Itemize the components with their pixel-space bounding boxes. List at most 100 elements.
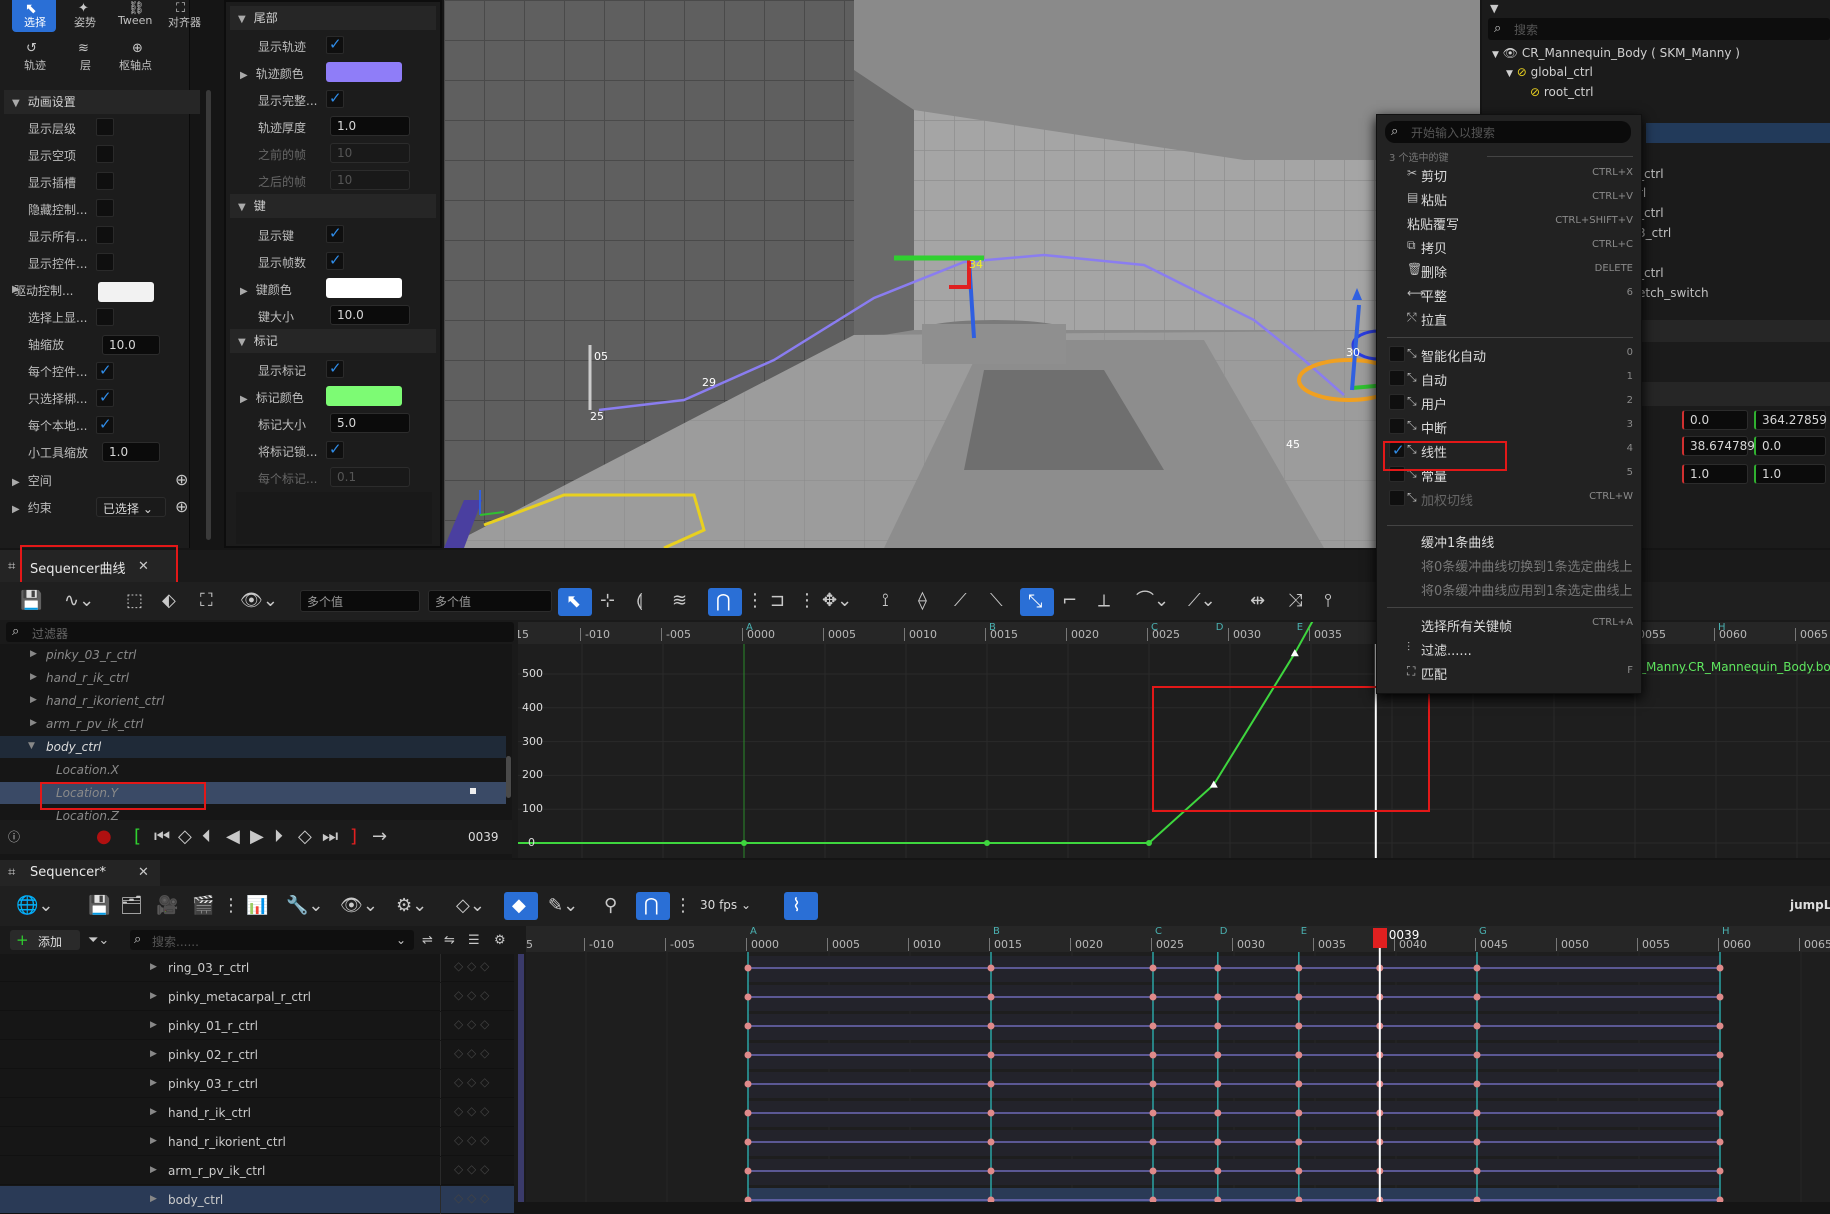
range-end-icon[interactable]: ] (350, 828, 357, 846)
close-icon[interactable]: ✕ (138, 864, 149, 882)
checkbox[interactable] (96, 308, 114, 326)
buffer-curve-item[interactable]: 缓冲1条曲线 (1377, 529, 1643, 553)
match-item[interactable]: ⛶ 匹配 F (1377, 661, 1643, 685)
menu-item[interactable]: 🗑 删除 DELETE (1377, 259, 1643, 283)
interp-checkbox[interactable] (1389, 466, 1405, 482)
interp-checkbox[interactable] (1389, 441, 1405, 459)
gear-icon[interactable]: ⚙ (494, 932, 506, 950)
go-end-icon[interactable]: ⏭ (322, 828, 338, 846)
filter-item[interactable]: ⫶ 过滤...... (1377, 637, 1643, 661)
eye-icon[interactable]: 👁 (1503, 46, 1518, 60)
key-icon[interactable]: ◇⌄ (456, 897, 485, 915)
save-icon[interactable]: 💾 (88, 897, 110, 915)
sequencer-tab[interactable]: ⌗ Sequencer* ✕ (0, 860, 160, 886)
curve-scrollbar[interactable] (506, 756, 511, 798)
list-icon[interactable]: ☰ (468, 932, 480, 950)
graph-icon[interactable]: 📊 (246, 897, 268, 915)
key-color-label[interactable]: ▶ 键颜色 (240, 281, 292, 298)
user-tangent-icon[interactable]: ⟋ (954, 592, 967, 610)
section-marker[interactable]: E (1301, 926, 1307, 937)
marker-icon[interactable]: ⚲ (604, 897, 617, 915)
key-reduce-icon[interactable]: ⫯ (1324, 592, 1332, 610)
menu-item[interactable]: 粘贴覆写 CTRL+SHIFT+V (1377, 211, 1643, 235)
playhead-marker[interactable]: 0039 (1372, 926, 1419, 948)
outliner-item[interactable]: ▼ ⊘ global_ctrl (1506, 65, 1593, 79)
outliner-root[interactable]: ▼ 👁 CR_Mannequin_Body ( SKM_Manny ) (1492, 46, 1740, 60)
gizmo-scale-field[interactable]: 1.0 (102, 442, 160, 462)
section-marker[interactable]: H (1718, 622, 1726, 633)
track-row[interactable]: ▶ pinky_03_r_ctrl ◇ ◇ ◇ (0, 1070, 514, 1098)
more-icon[interactable]: ⋮ (674, 897, 692, 915)
interp-menu-item[interactable]: ⤡ 常量 5 (1377, 463, 1643, 487)
value-field-value[interactable]: 多个值 (428, 590, 552, 612)
eye-icon[interactable]: 👁⌄ (240, 592, 278, 610)
curve-tree-item[interactable]: Location.X (0, 759, 506, 781)
fps-dropdown[interactable]: 30 fps ⌄ (700, 898, 751, 912)
add-track-button[interactable]: + 添加 (10, 930, 80, 950)
keys-section-header[interactable]: ▼ 键 (230, 194, 436, 218)
transform-icon[interactable]: ⊹ (600, 592, 615, 610)
mode-layer-button[interactable]: ≋ 层 (70, 40, 106, 74)
mode-pose-button[interactable]: ✦ 姿势 (64, 0, 108, 32)
close-icon[interactable]: ✕ (138, 558, 149, 576)
value-field-time[interactable]: 多个值 (300, 590, 420, 612)
viewport[interactable]: 34 25 29 30 45 05 (444, 0, 1480, 548)
mark-size-field[interactable]: 5.0 (330, 413, 410, 433)
weighted-icon[interactable]: ⟂ (1098, 592, 1110, 610)
vector-field[interactable]: 38.674789 (1682, 436, 1755, 456)
post-infinity-icon[interactable]: ⟋⌄ (1188, 592, 1216, 610)
checkbox[interactable] (96, 253, 114, 271)
curve-editor-toggle[interactable]: ⌇ (784, 892, 818, 920)
checkbox[interactable] (96, 199, 114, 217)
dropdown-icon[interactable]: ▼ (1490, 0, 1498, 18)
key-size-field[interactable]: 10.0 (330, 305, 410, 325)
checkbox[interactable] (96, 361, 114, 380)
pre-infinity-icon[interactable]: ⌒⌄ (1136, 592, 1169, 610)
sequencer-timeline[interactable]: -015 -010 -005 0000 0005 0010 0015 0020 0025 0030… (526, 926, 1830, 1202)
add-icon[interactable]: ⊕ (175, 498, 188, 516)
section-marker[interactable]: C (1155, 926, 1162, 937)
auto-tangent-icon[interactable]: ⟠ (918, 592, 927, 610)
current-frame[interactable]: 0039 (468, 830, 499, 844)
menu-item[interactable]: ⟷ 平整 6 (1377, 283, 1643, 307)
show-frame-numbers-checkbox[interactable] (326, 251, 344, 270)
more-icon[interactable]: ⋮ (222, 897, 240, 915)
eye-icon[interactable]: 👁⌄ (340, 897, 378, 915)
scrollbar[interactable] (206, 90, 211, 540)
next-key-icon[interactable]: ◇ (298, 828, 312, 846)
filter-icon[interactable]: ⤨ (1288, 592, 1302, 610)
expand-all-icon[interactable]: ⇋ (444, 932, 455, 950)
mode-pivot-button[interactable]: ⊕ 枢轴点 (116, 40, 166, 74)
interp-menu-item[interactable]: ⤡ 中断 3 (1377, 415, 1643, 439)
world-icon[interactable]: 🌐⌄ (16, 897, 54, 915)
interp-menu-item[interactable]: ⤡线性4 (1377, 439, 1643, 463)
multi-scale-icon[interactable]: ≋ (672, 592, 687, 610)
menu-item[interactable]: ⤲ 拉直 (1377, 307, 1643, 331)
track-row[interactable]: ▶ arm_r_pv_ik_ctrl ◇ ◇ ◇ (0, 1157, 514, 1185)
select-tool-icon[interactable]: ⬚ (126, 592, 143, 610)
tail-section-header[interactable]: ▼ 尾部 (230, 6, 436, 30)
vector-field[interactable]: 364.27859 (1754, 410, 1827, 430)
expand-icon[interactable]: ▶ (12, 284, 20, 295)
outliner-selected-row[interactable] (1646, 123, 1830, 143)
section-marker[interactable]: E (1297, 622, 1303, 633)
render-icon[interactable]: 🎬 (192, 897, 214, 915)
checkbox[interactable] (96, 145, 114, 163)
normalize-icon[interactable]: ⇹ (1250, 592, 1265, 610)
show-keys-checkbox[interactable] (326, 224, 344, 243)
vector-field[interactable]: 0.0 (1682, 410, 1748, 430)
axis-scale-field[interactable]: 10.0 (102, 335, 160, 355)
menu-item[interactable]: ▤ 粘贴 CTRL+V (1377, 187, 1643, 211)
mode-select-button[interactable]: ⬉ 选择 (12, 0, 56, 32)
save-icon[interactable]: 💾 (20, 592, 42, 610)
trail-color-swatch[interactable] (326, 62, 402, 82)
interp-checkbox[interactable] (1389, 370, 1405, 386)
vector-field[interactable]: 0.0 (1754, 436, 1826, 456)
record-icon[interactable]: ● (96, 828, 112, 846)
prev-frame-icon[interactable]: ⏴ (202, 828, 211, 846)
constraint-label[interactable]: ▶ 约束 (12, 499, 52, 516)
break-tangent-icon[interactable]: ⟍ (990, 592, 1003, 610)
retime-tool-icon[interactable]: ⟬ (636, 592, 643, 610)
anim-settings-header[interactable]: ▼ 动画设置 (4, 90, 200, 114)
track-row[interactable]: ▶ hand_r_ikorient_ctrl ◇ ◇ ◇ (0, 1128, 514, 1156)
